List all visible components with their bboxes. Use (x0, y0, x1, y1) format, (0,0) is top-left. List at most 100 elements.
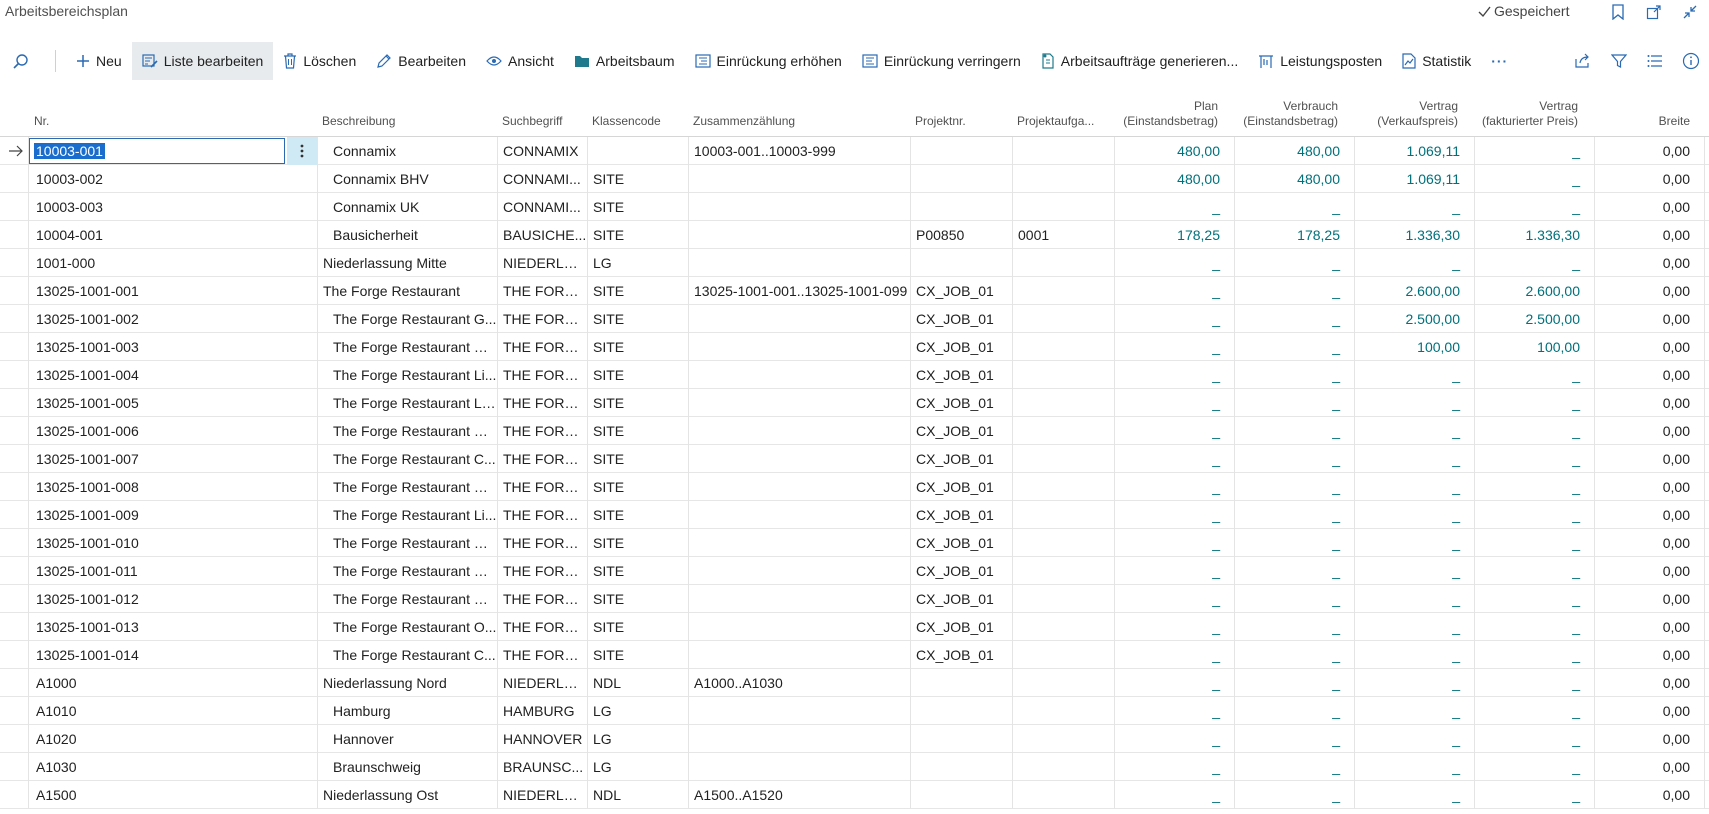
column-header-suchbegriff[interactable]: Suchbegriff (502, 114, 563, 129)
table-row[interactable]: A1030 Braunschweig BRAUNSC... LG _ _ _ _ 0,00 (0, 753, 1709, 781)
cell-vertrag-fakturiert[interactable]: _ (1474, 697, 1594, 725)
cell-vertrag-fakturiert[interactable]: _ (1474, 781, 1594, 809)
cell-verbrauch[interactable]: _ (1234, 557, 1354, 585)
cell-plan[interactable]: _ (1114, 557, 1234, 585)
cell-verbrauch[interactable]: _ (1234, 697, 1354, 725)
cell-vertrag[interactable]: _ (1354, 753, 1474, 781)
cell-nr[interactable]: 13025-1001-007 (30, 445, 285, 473)
cell-plan[interactable]: _ (1114, 669, 1234, 697)
cell-vertrag[interactable]: _ (1354, 529, 1474, 557)
cell-plan[interactable]: _ (1114, 613, 1234, 641)
filter-icon[interactable] (1601, 42, 1637, 80)
cell-vertrag-fakturiert[interactable]: _ (1474, 725, 1594, 753)
cell-vertrag-fakturiert[interactable]: _ (1474, 669, 1594, 697)
view-button[interactable]: Ansicht (476, 42, 564, 80)
cell-vertrag-fakturiert[interactable]: _ (1474, 417, 1594, 445)
row-actions-icon[interactable] (287, 137, 317, 165)
cell-plan[interactable]: _ (1114, 445, 1234, 473)
cell-plan[interactable]: _ (1114, 529, 1234, 557)
cell-vertrag[interactable]: 100,00 (1354, 333, 1474, 361)
table-row[interactable]: 13025-1001-008 The Forge Restaurant M... T… (0, 473, 1709, 501)
table-row[interactable]: 13025-1001-004 The Forge Restaurant Li...… (0, 361, 1709, 389)
list-view-icon[interactable] (1637, 42, 1673, 80)
cell-vertrag-fakturiert[interactable]: _ (1474, 557, 1594, 585)
cell-vertrag-fakturiert[interactable]: _ (1474, 585, 1594, 613)
cell-vertrag-fakturiert[interactable]: _ (1474, 529, 1594, 557)
cell-verbrauch[interactable]: _ (1234, 193, 1354, 221)
cell-vertrag-fakturiert[interactable]: _ (1474, 641, 1594, 669)
cell-plan[interactable]: _ (1114, 249, 1234, 277)
cell-verbrauch[interactable]: _ (1234, 417, 1354, 445)
cell-plan[interactable]: _ (1114, 501, 1234, 529)
cell-vertrag-fakturiert[interactable]: _ (1474, 193, 1594, 221)
cell-vertrag[interactable]: _ (1354, 725, 1474, 753)
column-header-zusammenzaehlung[interactable]: Zusammenzählung (693, 114, 795, 129)
column-header-plan[interactable]: Plan (Einstandsbetrag) (1114, 99, 1218, 129)
cell-vertrag[interactable]: _ (1354, 501, 1474, 529)
cell-nr[interactable]: 13025-1001-014 (30, 641, 285, 669)
column-header-projektaufgabe[interactable]: Projektaufga... (1017, 114, 1097, 129)
cell-vertrag[interactable]: _ (1354, 557, 1474, 585)
cell-verbrauch[interactable]: _ (1234, 529, 1354, 557)
cell-vertrag-fakturiert[interactable]: 2.500,00 (1474, 305, 1594, 333)
cell-vertrag[interactable]: _ (1354, 249, 1474, 277)
cell-plan[interactable]: _ (1114, 277, 1234, 305)
cell-vertrag[interactable]: 1.069,11 (1354, 165, 1474, 193)
cell-verbrauch[interactable]: _ (1234, 445, 1354, 473)
table-row[interactable]: 13025-1001-007 The Forge Restaurant C... T… (0, 445, 1709, 473)
nr-input[interactable]: 10003-001 (29, 138, 285, 164)
cell-vertrag[interactable]: 1.069,11 (1354, 137, 1474, 165)
cell-vertrag-fakturiert[interactable]: _ (1474, 165, 1594, 193)
cell-verbrauch[interactable]: 480,00 (1234, 165, 1354, 193)
cell-vertrag-fakturiert[interactable]: _ (1474, 753, 1594, 781)
cell-vertrag[interactable]: _ (1354, 697, 1474, 725)
cell-verbrauch[interactable]: _ (1234, 333, 1354, 361)
cell-plan[interactable]: _ (1114, 753, 1234, 781)
cell-vertrag[interactable]: _ (1354, 389, 1474, 417)
table-row[interactable]: 13025-1001-013 The Forge Restaurant O... T… (0, 613, 1709, 641)
table-row[interactable]: 13025-1001-009 The Forge Restaurant Li...… (0, 501, 1709, 529)
generate-work-orders-button[interactable]: Arbeitsaufträge generieren... (1031, 42, 1248, 80)
column-header-projektnr[interactable]: Projektnr. (915, 114, 966, 129)
cell-verbrauch[interactable]: _ (1234, 501, 1354, 529)
cell-nr[interactable]: 13025-1001-006 (30, 417, 285, 445)
increase-indent-button[interactable]: Einrückung erhöhen (685, 42, 852, 80)
table-row[interactable]: 13025-1001-011 The Forge Restaurant Ed...… (0, 557, 1709, 585)
cell-vertrag-fakturiert[interactable]: _ (1474, 445, 1594, 473)
edit-list-button[interactable]: Liste bearbeiten (131, 42, 274, 80)
cell-plan[interactable]: _ (1114, 781, 1234, 809)
cell-verbrauch[interactable]: _ (1234, 781, 1354, 809)
cell-plan[interactable]: _ (1114, 417, 1234, 445)
cell-nr[interactable]: 13025-1001-005 (30, 389, 285, 417)
cell-vertrag-fakturiert[interactable]: _ (1474, 473, 1594, 501)
cell-nr[interactable]: A1030 (30, 753, 285, 781)
cell-vertrag[interactable]: _ (1354, 781, 1474, 809)
cell-plan[interactable]: _ (1114, 333, 1234, 361)
search-button[interactable] (0, 42, 41, 80)
ledger-entries-button[interactable]: Leistungsposten (1248, 42, 1392, 80)
cell-verbrauch[interactable]: _ (1234, 725, 1354, 753)
column-header-vertrag[interactable]: Vertrag (Verkaufspreis) (1354, 99, 1458, 129)
cell-nr[interactable]: 13025-1001-001 (30, 277, 285, 305)
cell-nr[interactable]: 10003-002 (30, 165, 285, 193)
cell-nr[interactable]: 1001-000 (30, 249, 285, 277)
cell-verbrauch[interactable]: _ (1234, 473, 1354, 501)
cell-verbrauch[interactable]: _ (1234, 249, 1354, 277)
cell-nr[interactable]: 13025-1001-002 (30, 305, 285, 333)
decrease-indent-button[interactable]: Einrückung verringern (852, 42, 1031, 80)
cell-nr[interactable]: 13025-1001-011 (30, 557, 285, 585)
cell-nr[interactable]: 13025-1001-003 (30, 333, 285, 361)
table-row[interactable]: A1500 Niederlassung Ost NIEDERLAS... NDL A15… (0, 781, 1709, 809)
statistics-button[interactable]: Statistik (1392, 42, 1481, 80)
table-row[interactable]: 1001-000 Niederlassung Mitte NIEDERLAS... L… (0, 249, 1709, 277)
edit-button[interactable]: Bearbeiten (366, 42, 476, 80)
table-row[interactable]: 13025-1001-005 The Forge Restaurant Le...… (0, 389, 1709, 417)
cell-plan[interactable]: _ (1114, 697, 1234, 725)
cell-vertrag[interactable]: _ (1354, 473, 1474, 501)
cell-nr[interactable]: 10003-003 (30, 193, 285, 221)
cell-vertrag-fakturiert[interactable]: _ (1474, 249, 1594, 277)
cell-verbrauch[interactable]: _ (1234, 277, 1354, 305)
open-new-window-icon[interactable] (1644, 2, 1664, 22)
new-button[interactable]: Neu (66, 42, 132, 80)
work-tree-button[interactable]: Arbeitsbaum (564, 42, 685, 80)
